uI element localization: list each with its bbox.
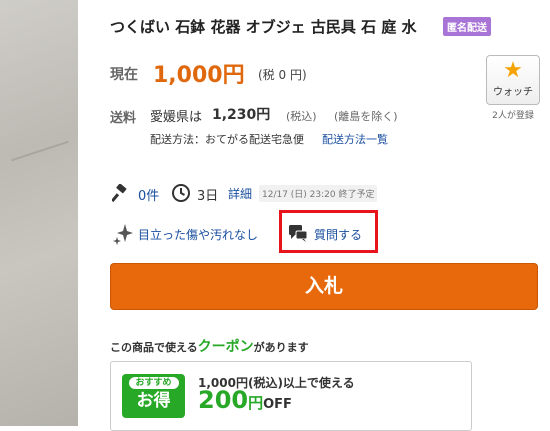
star-icon: ★ bbox=[503, 58, 523, 83]
price-tax: (税 0 円) bbox=[258, 68, 307, 82]
item-condition[interactable]: 目立った傷や汚れなし bbox=[138, 226, 258, 243]
item-photo[interactable] bbox=[0, 0, 78, 426]
bid-button[interactable]: 入札 bbox=[110, 263, 538, 310]
end-time: 12/17 (日) 23:20 終了予定 bbox=[259, 185, 378, 202]
anonymous-shipping-badge: 匿名配送 bbox=[443, 17, 491, 36]
ask-question-link[interactable]: 質問する bbox=[314, 226, 362, 243]
shipping-methods-link[interactable]: 配送方法一覧 bbox=[322, 131, 388, 147]
coupon-lead-prefix: この商品で使える bbox=[110, 341, 198, 354]
price-label: 現在 bbox=[110, 67, 138, 83]
bid-count-link[interactable]: 0件 bbox=[138, 185, 159, 204]
coupon-badge: おすすめ お得 bbox=[122, 374, 185, 418]
current-price: 1,000円 bbox=[153, 63, 245, 88]
coupon-lead-suffix: があります bbox=[253, 341, 309, 354]
watch-label: ウォッチ bbox=[493, 87, 533, 98]
shipping-tax: (税込) bbox=[286, 110, 317, 123]
shipping-destination: 愛媛県は bbox=[150, 110, 203, 125]
sparkle-icon bbox=[113, 224, 133, 245]
coupon-amount-yen: 円 bbox=[248, 394, 264, 412]
hammer-icon bbox=[112, 184, 127, 202]
coupon-lead-highlight: クーポン bbox=[197, 339, 254, 355]
item-title: つくばい 石鉢 花器 オブジェ 古民具 石 庭 水 bbox=[110, 18, 417, 36]
coupon-badge-recommended: おすすめ bbox=[128, 377, 179, 389]
coupon-amount: 200円OFF bbox=[198, 386, 292, 414]
time-remaining: 3日 bbox=[197, 189, 219, 204]
coupon-amount-off: OFF bbox=[263, 397, 292, 412]
chat-icon bbox=[289, 225, 308, 242]
coupon-badge-deal: お得 bbox=[136, 391, 171, 411]
clock-icon bbox=[172, 184, 190, 202]
coupon-amount-value: 200 bbox=[198, 386, 249, 414]
detail-link[interactable]: 詳細 bbox=[228, 185, 252, 202]
shipping-price: 1,230円 bbox=[212, 107, 271, 123]
watch-count: 2人が登録 bbox=[492, 111, 534, 121]
shipping-note: (離島を除く) bbox=[334, 110, 398, 123]
photo-crack-detail bbox=[11, 140, 69, 162]
coupon-lead: この商品で使えるクーポンがあります bbox=[110, 336, 309, 356]
shipping-label: 送料 bbox=[110, 111, 137, 126]
shipping-method: 配送方法：おてがる配送宅急便 bbox=[150, 133, 304, 146]
watch-button[interactable]: ★ ウォッチ bbox=[486, 55, 540, 105]
